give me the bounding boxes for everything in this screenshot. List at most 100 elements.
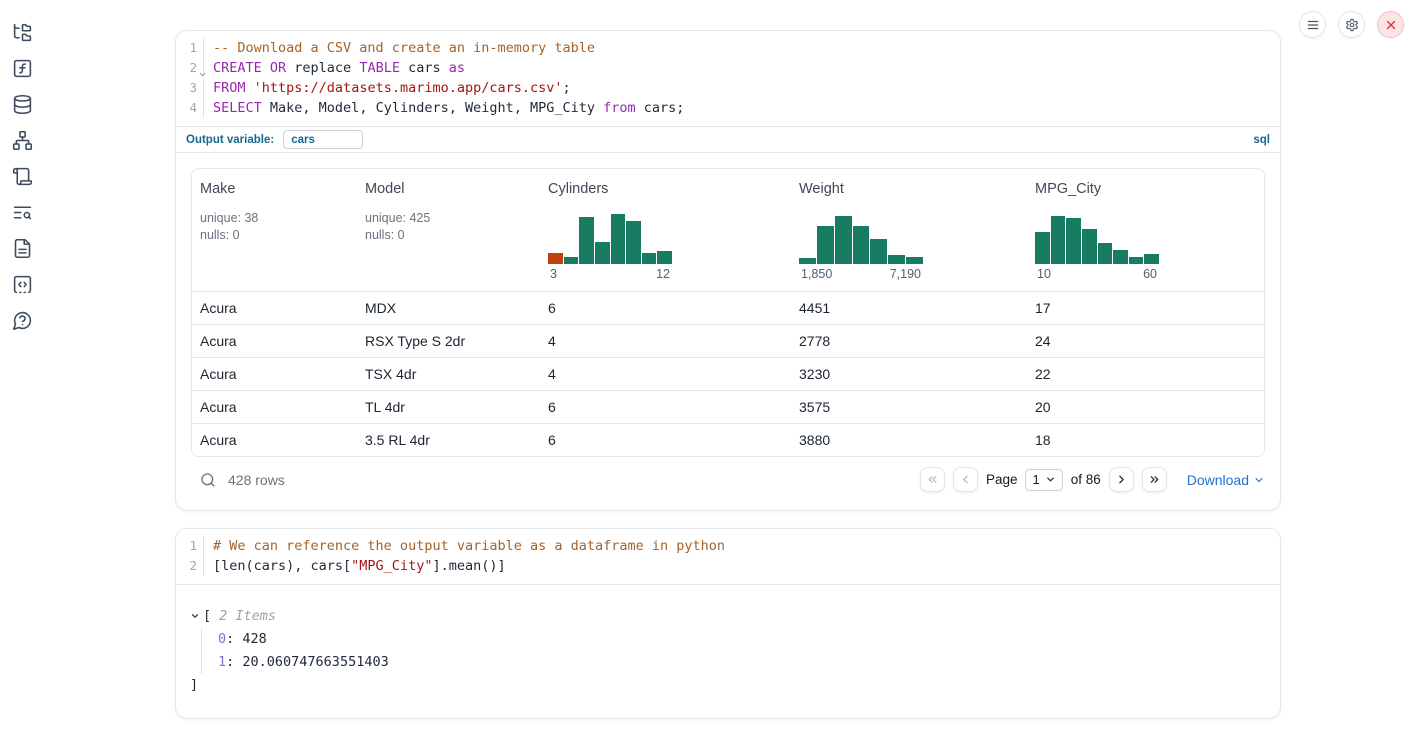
cell-weight: 3575 (791, 399, 1027, 415)
menu-button[interactable] (1299, 11, 1326, 38)
column-header-weight[interactable]: Weight 1,8507,190 (791, 181, 1027, 291)
sql-keyword: CREATE OR (213, 60, 286, 76)
last-page-button[interactable] (1142, 467, 1167, 492)
sql-keyword: from (603, 100, 636, 116)
chevrons-left-icon (926, 473, 939, 486)
column-title: Make (200, 181, 349, 197)
column-unique-stat: unique: 425 (365, 210, 532, 227)
download-button[interactable]: Download (1187, 472, 1265, 488)
cell-make: Acura (192, 300, 357, 316)
column-header-make[interactable]: Make unique: 38 nulls: 0 (192, 181, 357, 291)
axis-max-label: 7,190 (890, 267, 921, 281)
page-value: 1 (1032, 472, 1039, 487)
line-number: 1 (176, 536, 204, 556)
dependency-graph-icon[interactable] (11, 129, 33, 151)
close-icon (1384, 18, 1398, 32)
next-page-button[interactable] (1109, 467, 1134, 492)
line-number: 2 (176, 556, 204, 576)
cell-mpg-city: 20 (1027, 399, 1264, 415)
cell-weight: 3230 (791, 366, 1027, 382)
search-icon[interactable] (200, 472, 216, 488)
cell-make: Acura (192, 399, 357, 415)
sql-text: cars (400, 60, 449, 76)
document-icon[interactable] (11, 237, 33, 259)
column-title: MPG_City (1035, 181, 1256, 197)
table-row[interactable]: Acura RSX Type S 2dr 4 2778 24 (192, 324, 1264, 357)
download-label: Download (1187, 472, 1249, 488)
tree-collapse-chevron-icon[interactable] (190, 611, 200, 621)
sql-text: ; (563, 80, 571, 96)
cell-model: TSX 4dr (357, 366, 540, 382)
cell-cylinders: 6 (540, 300, 791, 316)
cell-make: Acura (192, 432, 357, 448)
entry-value: 20.060747663551403 (242, 654, 388, 670)
python-output: [ 2 Items 0: 428 1: 20.060747663551403 ] (176, 584, 1280, 718)
function-square-icon[interactable] (11, 57, 33, 79)
column-header-cylinders[interactable]: Cylinders 312 (540, 181, 791, 291)
column-title: Cylinders (548, 181, 783, 197)
sql-text: cars; (636, 100, 685, 116)
table-row[interactable]: Acura MDX 6 4451 17 (192, 291, 1264, 324)
cell-model: MDX (357, 300, 540, 316)
column-title: Model (365, 181, 532, 197)
first-page-button[interactable] (920, 467, 945, 492)
page-label: Page (986, 472, 1018, 487)
chevrons-right-icon (1148, 473, 1161, 486)
column-header-mpg-city[interactable]: MPG_City 10 60 (1027, 181, 1264, 291)
sql-code-editor[interactable]: 1 -- Download a CSV and create an in-mem… (176, 31, 1280, 126)
table-row[interactable]: Acura 3.5 RL 4dr 6 3880 18 (192, 423, 1264, 456)
scroll-icon[interactable] (11, 165, 33, 187)
logs-search-icon[interactable] (11, 201, 33, 223)
file-tree-icon[interactable] (11, 21, 33, 43)
table-row[interactable]: Acura TL 4dr 6 3575 20 (192, 390, 1264, 423)
cell-weight: 4451 (791, 300, 1027, 316)
code-line: 1 # We can reference the output variable… (176, 536, 1280, 556)
cell-cylinders: 4 (540, 366, 791, 382)
pagination: Page 1 of 86 Download (920, 467, 1265, 492)
cylinders-histogram[interactable]: 312 (548, 214, 672, 281)
code-line: 3 FROM 'https://datasets.marimo.app/cars… (176, 78, 1280, 98)
entry-index: 1 (218, 654, 226, 670)
gear-icon (1345, 18, 1359, 32)
mpg-city-histogram[interactable]: 10 60 (1035, 214, 1159, 281)
page-total-label: of 86 (1071, 472, 1101, 487)
code-line: 1 -- Download a CSV and create an in-mem… (176, 38, 1280, 58)
sql-text: Make, Model, Cylinders, Weight, MPG_City (262, 100, 603, 116)
axis-max-label: 60 (1143, 267, 1157, 281)
cell-weight: 2778 (791, 333, 1027, 349)
chevron-down-icon (1045, 474, 1056, 485)
tree-children: 0: 428 1: 20.060747663551403 (201, 628, 1266, 674)
tree-entry: 1: 20.060747663551403 (218, 651, 1266, 674)
line-number: 2 (176, 58, 204, 78)
axis-min-label: 10 (1037, 267, 1051, 281)
code-line: 4 SELECT Make, Model, Cylinders, Weight,… (176, 98, 1280, 118)
line-number: 4 (176, 98, 204, 118)
database-icon[interactable] (11, 93, 33, 115)
help-icon[interactable] (11, 309, 33, 331)
prev-page-button[interactable] (953, 467, 978, 492)
open-bracket: [ (203, 607, 211, 625)
table-output: Make unique: 38 nulls: 0 Model unique: 4… (176, 153, 1280, 510)
column-header-model[interactable]: Model unique: 425 nulls: 0 (357, 181, 540, 291)
items-count-label: 2 Items (219, 607, 276, 625)
python-text: ].mean()] (432, 558, 505, 574)
python-string: "MPG_City" (351, 558, 432, 574)
cell-cylinders: 6 (540, 399, 791, 415)
cell-mpg-city: 24 (1027, 333, 1264, 349)
column-title: Weight (799, 181, 1019, 197)
weight-histogram[interactable]: 1,8507,190 (799, 214, 923, 281)
table-row[interactable]: Acura TSX 4dr 4 3230 22 (192, 357, 1264, 390)
sql-keyword: TABLE (359, 60, 400, 76)
page-select[interactable]: 1 (1025, 469, 1062, 491)
cell-weight: 3880 (791, 432, 1027, 448)
snippets-icon[interactable] (11, 273, 33, 295)
cell-mpg-city: 17 (1027, 300, 1264, 316)
sql-comment: -- Download a CSV and create an in-memor… (213, 40, 595, 56)
chevron-down-icon (1253, 474, 1265, 486)
settings-button[interactable] (1338, 11, 1365, 38)
close-button[interactable] (1377, 11, 1404, 38)
entry-value: 428 (242, 631, 266, 647)
data-table: Make unique: 38 nulls: 0 Model unique: 4… (191, 168, 1265, 457)
python-code-editor[interactable]: 1 # We can reference the output variable… (176, 529, 1280, 584)
output-variable-input[interactable] (283, 130, 363, 149)
